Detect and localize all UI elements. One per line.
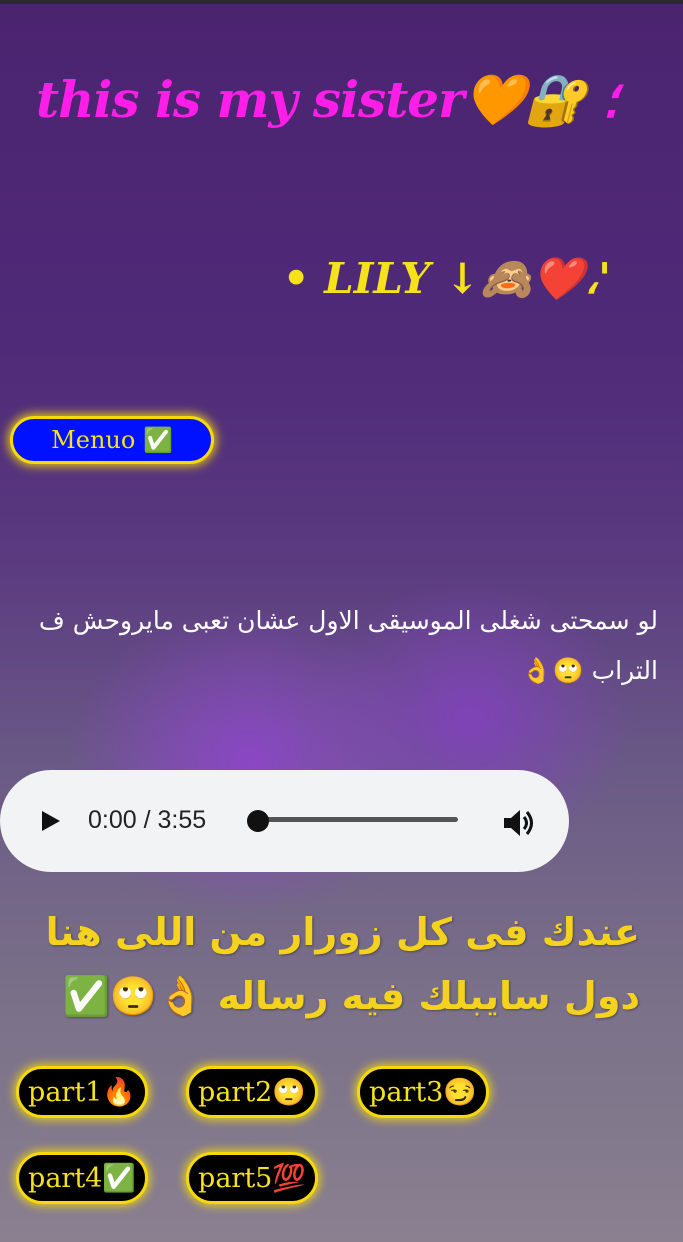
audio-progress-track[interactable] xyxy=(258,817,458,822)
music-message: لو سمحتى شغلى الموسيقى الاول عشان تعبى م… xyxy=(38,606,658,685)
volume-icon[interactable] xyxy=(502,808,536,838)
page-title: this is my sister🧡🔐 ؛ xyxy=(36,70,619,129)
buttons-info: عندك فى كل زورار من اللى هنا دول سايبلك … xyxy=(45,910,640,1018)
name-line: • LILY ↓🙈❤️،' xyxy=(282,254,611,303)
play-icon[interactable] xyxy=(42,811,60,831)
audio-time: 0:00 / 3:55 xyxy=(88,806,207,834)
top-bar xyxy=(0,0,683,4)
part3-button[interactable]: part3😏 xyxy=(357,1066,489,1118)
menu-button[interactable]: Menuo ✅ xyxy=(10,416,214,464)
part1-button[interactable]: part1🔥 xyxy=(16,1066,148,1118)
part4-button[interactable]: part4✅ xyxy=(16,1152,148,1204)
audio-progress-thumb[interactable] xyxy=(247,810,269,832)
part5-button[interactable]: part5💯 xyxy=(186,1152,318,1204)
part2-button[interactable]: part2🙄 xyxy=(186,1066,318,1118)
